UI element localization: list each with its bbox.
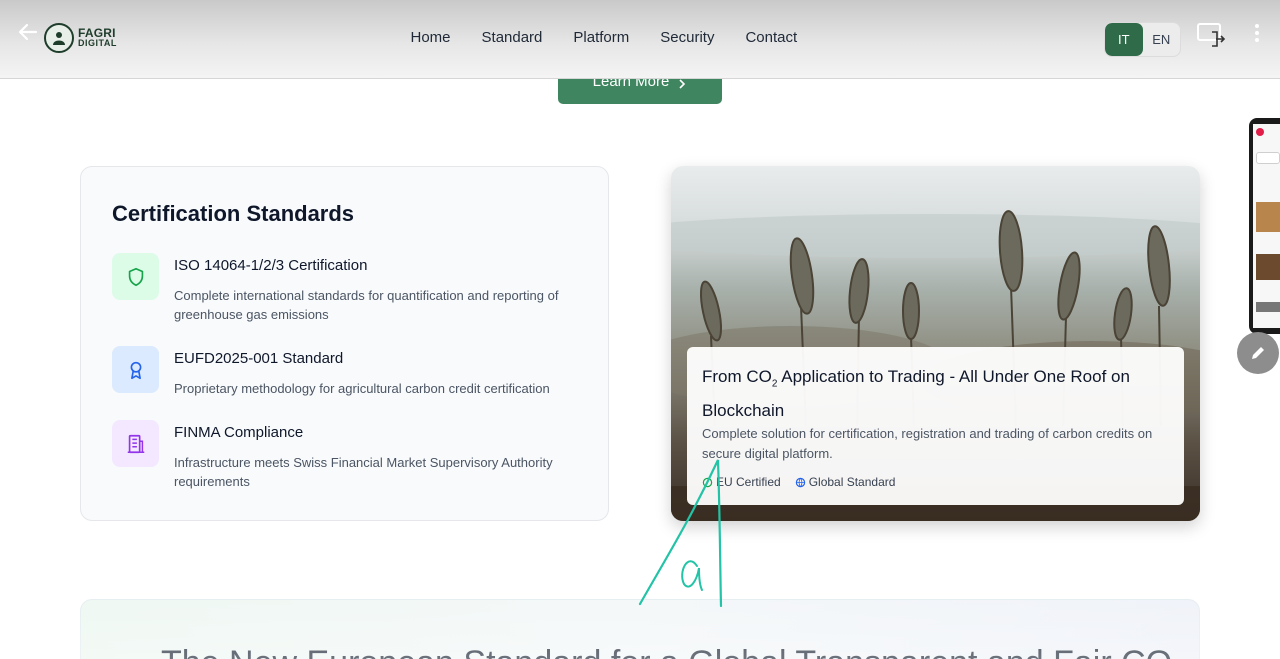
- more-options-icon[interactable]: [1247, 22, 1267, 44]
- chevron-right-icon: [679, 79, 686, 89]
- back-arrow-icon[interactable]: [16, 20, 40, 44]
- building-icon: [112, 420, 159, 467]
- top-navigation-bar: FAGRI DIGITAL Home Standard Platform Sec…: [0, 0, 1280, 79]
- nav-contact[interactable]: Contact: [730, 29, 813, 46]
- feature-title: From CO2 Application to Trading - All Un…: [702, 367, 1130, 421]
- certification-title: Certification Standards: [112, 201, 355, 226]
- nav-platform[interactable]: Platform: [558, 29, 645, 46]
- feature-description: Complete solution for certification, reg…: [702, 426, 1153, 461]
- cert-item-desc: Proprietary methodology for agricultural…: [174, 381, 550, 396]
- main-nav: Home Standard Platform Security Contact: [395, 29, 813, 46]
- app-preview-content: [1253, 124, 1280, 328]
- cast-icon[interactable]: [1196, 22, 1228, 52]
- cert-item-desc: Infrastructure meets Swiss Financial Mar…: [174, 455, 553, 489]
- cert-item-title: EUFD2025-001 Standard: [174, 350, 344, 367]
- edit-pencil-button[interactable]: [1237, 332, 1279, 374]
- feature-badges: EU Certified Global Standard: [702, 475, 895, 489]
- badge-eu-certified: EU Certified: [702, 475, 781, 489]
- floating-app-preview[interactable]: [1249, 118, 1280, 334]
- nav-home[interactable]: Home: [395, 29, 466, 46]
- pencil-icon: [1252, 347, 1264, 359]
- globe-icon: [795, 477, 805, 487]
- cert-item-title: ISO 14064-1/2/3 Certification: [174, 257, 368, 274]
- feature-overlay-panel: From CO2 Application to Trading - All Un…: [687, 347, 1184, 505]
- standard-banner: The New European Standard for a Global T…: [80, 599, 1200, 659]
- language-switcher: IT EN: [1104, 22, 1181, 57]
- nav-security[interactable]: Security: [645, 29, 730, 46]
- cert-item-title: FINMA Compliance: [174, 424, 304, 441]
- logo-text-line1: FAGRI: [78, 26, 116, 40]
- cert-item-desc: Complete international standards for qua…: [174, 288, 559, 322]
- nav-standard[interactable]: Standard: [466, 29, 558, 46]
- lang-en-button[interactable]: EN: [1143, 23, 1181, 56]
- lang-it-button[interactable]: IT: [1105, 23, 1143, 56]
- badge-global-standard: Global Standard: [795, 475, 895, 489]
- fagri-digital-logo[interactable]: FAGRI DIGITAL: [44, 23, 117, 53]
- banner-title: The New European Standard for a Global T…: [161, 644, 1172, 659]
- check-shield-icon: [702, 477, 713, 487]
- award-icon: [112, 346, 159, 393]
- wheat-field-feature-card: From CO2 Application to Trading - All Un…: [671, 166, 1200, 521]
- logo-text-line2: DIGITAL: [78, 38, 117, 48]
- certification-standards-card: Certification Standards ISO 14064-1/2/3 …: [80, 166, 609, 521]
- shield-icon: [112, 253, 159, 300]
- logo-emblem-icon: [44, 23, 74, 53]
